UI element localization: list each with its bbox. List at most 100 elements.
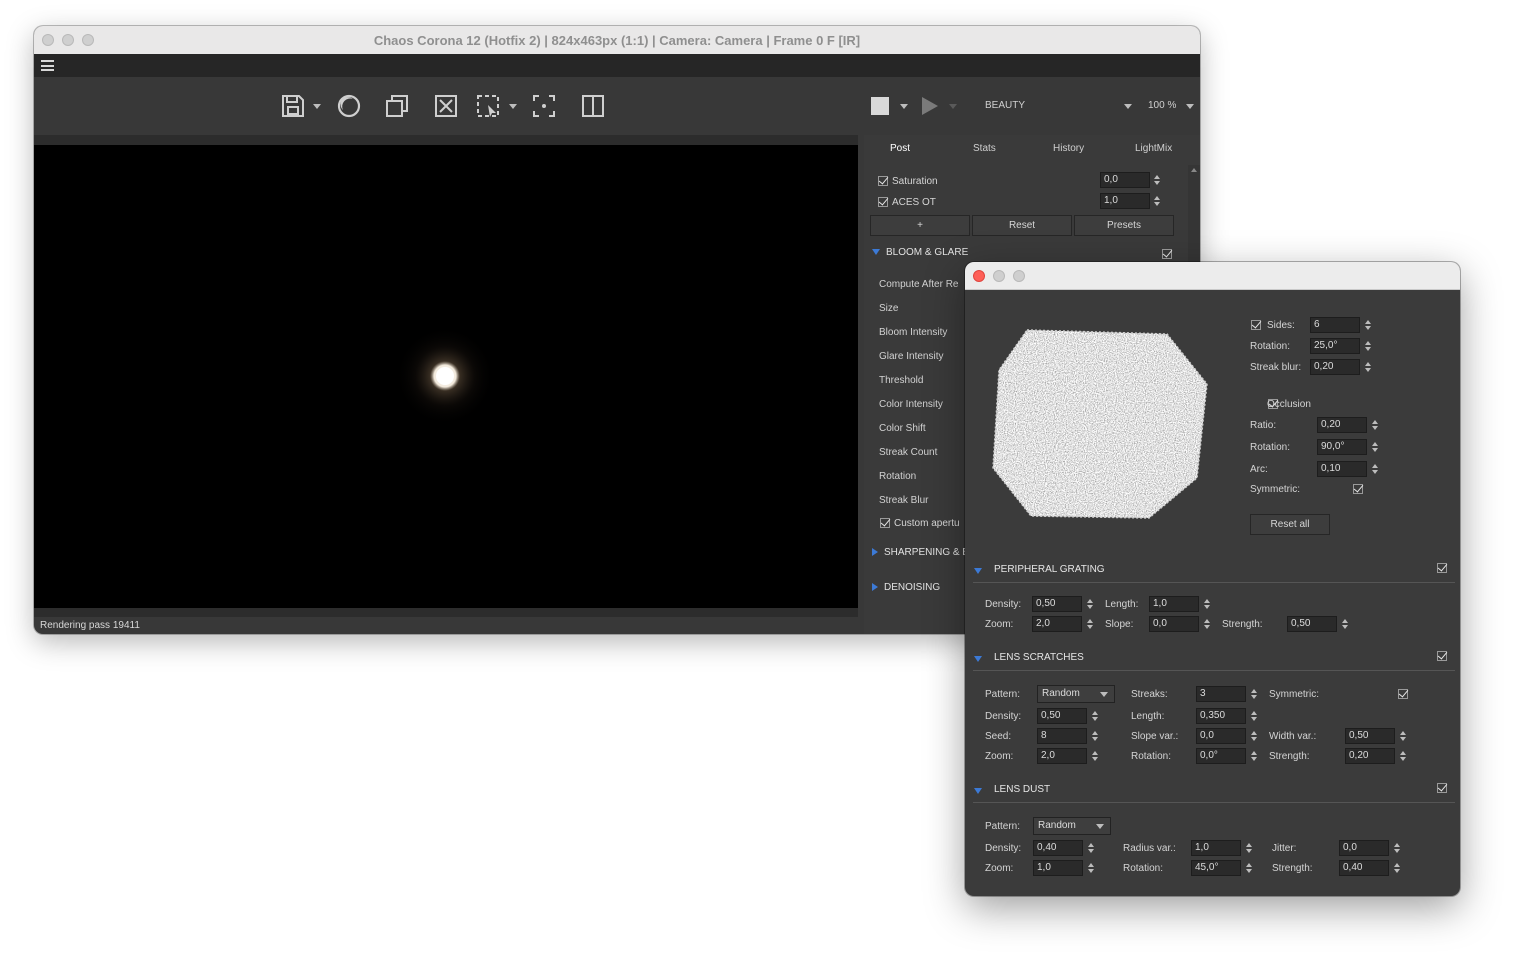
presets-button[interactable]: Presets <box>1074 215 1174 236</box>
rotation-spinner[interactable] <box>1363 338 1373 354</box>
ls-strength-spinner[interactable] <box>1398 748 1408 764</box>
ld-rotation-spinner[interactable] <box>1244 860 1254 876</box>
aces-checkbox[interactable] <box>878 197 888 208</box>
clear-icon[interactable] <box>433 93 459 119</box>
ld-strength-spinner[interactable] <box>1392 860 1402 876</box>
reset-button[interactable]: Reset <box>972 215 1072 236</box>
sharpening-header[interactable]: SHARPENING & B <box>872 547 969 558</box>
ls-slope-var-spinner[interactable] <box>1249 728 1259 744</box>
ld-strength-input[interactable]: 0,40 <box>1339 860 1389 876</box>
ls-zoom-spinner[interactable] <box>1090 748 1100 764</box>
focus-icon[interactable] <box>531 93 557 119</box>
ld-jitter-spinner[interactable] <box>1392 840 1402 856</box>
sides-input[interactable]: 6 <box>1310 317 1360 333</box>
pg-density-input[interactable]: 0,50 <box>1032 596 1082 612</box>
ls-streaks-spinner[interactable] <box>1249 686 1259 702</box>
saturation-input[interactable]: 0,0 <box>1100 172 1150 188</box>
stop-dropdown-icon[interactable] <box>900 104 908 109</box>
occlusion-rotation-input[interactable]: 90,0° <box>1317 439 1367 455</box>
rotation-input[interactable]: 25,0° <box>1310 338 1360 354</box>
lens-scratches-header[interactable]: LENS SCRATCHES <box>973 650 1455 671</box>
ls-zoom-input[interactable]: 2,0 <box>1037 748 1087 764</box>
ls-density-input[interactable]: 0,50 <box>1037 708 1087 724</box>
bloom-glare-checkbox[interactable] <box>1162 249 1172 260</box>
play-render-icon[interactable] <box>921 96 939 116</box>
ls-rotation-spinner[interactable] <box>1249 748 1259 764</box>
lens-dust-checkbox[interactable] <box>1437 783 1447 793</box>
hamburger-menu-icon[interactable] <box>41 60 54 71</box>
dialog-minimize-button[interactable] <box>993 270 1005 282</box>
streak-blur-input[interactable]: 0,20 <box>1310 359 1360 375</box>
symmetric-checkbox[interactable] <box>1353 484 1364 495</box>
sides-checkbox[interactable] <box>1251 320 1261 331</box>
peripheral-grating-checkbox[interactable] <box>1437 563 1447 573</box>
tab-stats[interactable]: Stats <box>973 143 996 154</box>
ls-rotation-input[interactable]: 0,0° <box>1196 748 1246 764</box>
split-view-icon[interactable] <box>580 93 606 119</box>
ls-symmetric-checkbox[interactable] <box>1398 689 1409 700</box>
save-icon[interactable] <box>280 93 306 119</box>
ld-rotation-input[interactable]: 45,0° <box>1191 860 1241 876</box>
lens-dust-header[interactable]: LENS DUST <box>973 782 1455 803</box>
ld-zoom-input[interactable]: 1,0 <box>1033 860 1083 876</box>
ls-seed-spinner[interactable] <box>1090 728 1100 744</box>
zoom-select[interactable]: 100 % <box>1148 100 1176 111</box>
ls-width-var-spinner[interactable] <box>1398 728 1408 744</box>
reset-all-button[interactable]: Reset all <box>1250 514 1330 535</box>
render-element-dropdown-icon[interactable] <box>1124 104 1132 109</box>
stop-render-button[interactable] <box>871 97 889 115</box>
ls-strength-input[interactable]: 0,20 <box>1345 748 1395 764</box>
saturation-checkbox[interactable] <box>878 176 888 187</box>
pg-zoom-input[interactable]: 2,0 <box>1032 616 1082 632</box>
pg-density-spinner[interactable] <box>1085 596 1095 612</box>
ls-slope-var-input[interactable]: 0,0 <box>1196 728 1246 744</box>
ld-density-input[interactable]: 0,40 <box>1033 840 1083 856</box>
ls-length-spinner[interactable] <box>1249 708 1259 724</box>
dialog-zoom-button[interactable] <box>1013 270 1025 282</box>
ld-radius-var-input[interactable]: 1,0 <box>1191 840 1241 856</box>
pg-zoom-spinner[interactable] <box>1085 616 1095 632</box>
region-render-icon[interactable] <box>475 93 501 119</box>
ls-length-input[interactable]: 0,350 <box>1196 708 1246 724</box>
pg-strength-input[interactable]: 0,50 <box>1287 616 1337 632</box>
copy-icon[interactable] <box>384 93 410 119</box>
ld-zoom-spinner[interactable] <box>1086 860 1096 876</box>
ld-jitter-input[interactable]: 0,0 <box>1339 840 1389 856</box>
ls-seed-input[interactable]: 8 <box>1037 728 1087 744</box>
ld-pattern-select[interactable]: Random <box>1033 817 1111 835</box>
tab-history[interactable]: History <box>1053 143 1084 154</box>
peripheral-grating-header[interactable]: PERIPHERAL GRATING <box>973 562 1455 583</box>
dialog-close-button[interactable] <box>973 270 985 282</box>
pg-strength-spinner[interactable] <box>1340 616 1350 632</box>
arc-input[interactable]: 0,10 <box>1317 461 1367 477</box>
corona-logo-icon[interactable] <box>336 93 362 119</box>
aces-input[interactable]: 1,0 <box>1100 193 1150 209</box>
pg-length-input[interactable]: 1,0 <box>1149 596 1199 612</box>
custom-aperture-checkbox[interactable] <box>880 518 890 529</box>
arc-spinner[interactable] <box>1370 461 1380 477</box>
saturation-spinner[interactable] <box>1152 172 1162 188</box>
render-element-select[interactable]: BEAUTY <box>985 100 1025 111</box>
pg-length-spinner[interactable] <box>1202 596 1212 612</box>
add-operator-button[interactable]: + <box>870 215 970 236</box>
sides-spinner[interactable] <box>1363 317 1373 333</box>
aces-spinner[interactable] <box>1152 193 1162 209</box>
render-viewport[interactable] <box>34 145 858 608</box>
ls-streaks-input[interactable]: 3 <box>1196 686 1246 702</box>
tab-lightmix[interactable]: LightMix <box>1135 143 1172 154</box>
bloom-glare-header[interactable]: BLOOM & GLARE <box>872 247 968 258</box>
region-dropdown-icon[interactable] <box>509 104 517 109</box>
ld-radius-var-spinner[interactable] <box>1244 840 1254 856</box>
ls-pattern-select[interactable]: Random <box>1037 685 1115 703</box>
ld-density-spinner[interactable] <box>1086 840 1096 856</box>
denoising-header[interactable]: DENOISING <box>872 582 940 593</box>
save-dropdown-icon[interactable] <box>313 104 321 109</box>
ratio-spinner[interactable] <box>1370 417 1380 433</box>
play-dropdown-icon[interactable] <box>949 104 957 109</box>
pg-slope-input[interactable]: 0,0 <box>1149 616 1199 632</box>
tab-post[interactable]: Post <box>890 143 910 154</box>
ls-width-var-input[interactable]: 0,50 <box>1345 728 1395 744</box>
streak-blur-spinner[interactable] <box>1363 359 1373 375</box>
occlusion-rotation-spinner[interactable] <box>1370 439 1380 455</box>
lens-scratches-checkbox[interactable] <box>1437 651 1447 661</box>
